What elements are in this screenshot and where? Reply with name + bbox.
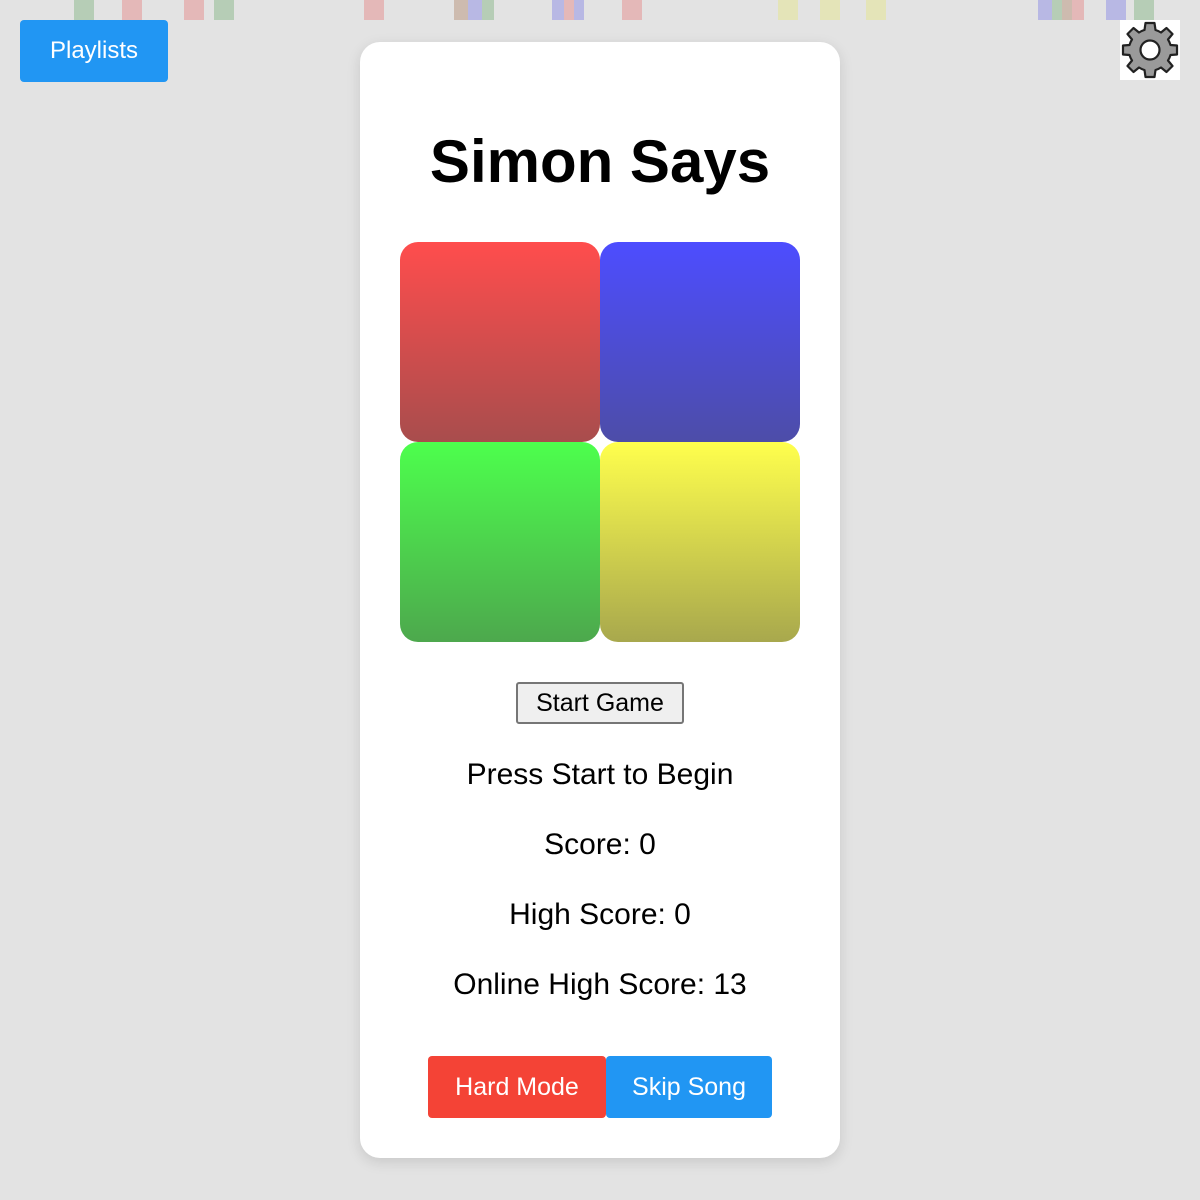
gear-icon [1121,21,1179,79]
top-decor-strip [454,0,468,20]
top-decor-strip [1072,0,1084,20]
top-decor-strip [468,0,482,20]
top-decor-strip [1106,0,1126,20]
hard-mode-button[interactable]: Hard Mode [428,1056,606,1118]
top-decor-strip [820,0,840,20]
top-decor-strip [214,0,234,20]
app-root: Playlists Simon Says Start Game Press St… [0,0,1200,1200]
top-decor-strip [622,0,642,20]
top-decor-strip [552,0,564,20]
top-decor-strip [364,0,384,20]
top-decor-strip [122,0,142,20]
status-text: Press Start to Begin [466,758,734,791]
top-decor-strip [184,0,204,20]
start-game-button[interactable]: Start Game [516,682,684,724]
simon-pad-red[interactable] [400,242,600,442]
top-decor-strip [778,0,798,20]
playlists-button[interactable]: Playlists [20,20,168,82]
top-decor-strip [74,0,94,20]
game-title: Simon Says [429,128,771,195]
high-score-text: High Score: 0 [509,898,691,931]
skip-song-button[interactable]: Skip Song [606,1056,772,1118]
simon-pad-blue[interactable] [600,242,800,442]
simon-pad-yellow[interactable] [600,442,800,642]
top-decor-strip [1062,0,1072,20]
top-decor-strip [866,0,886,20]
online-high-score-text: Online High Score: 13 [453,968,747,1001]
top-decor-strip [1052,0,1062,20]
score-text: Score: 0 [544,828,656,861]
top-decor-strip [564,0,574,20]
top-decor-strip [574,0,584,20]
simon-pad-green[interactable] [400,442,600,642]
top-decor-strip [1038,0,1052,20]
settings-button[interactable] [1120,20,1180,80]
top-decor-strip [482,0,494,20]
top-decor-strip [1134,0,1154,20]
game-card: Simon Says Start Game Press Start to Beg… [360,42,840,1158]
